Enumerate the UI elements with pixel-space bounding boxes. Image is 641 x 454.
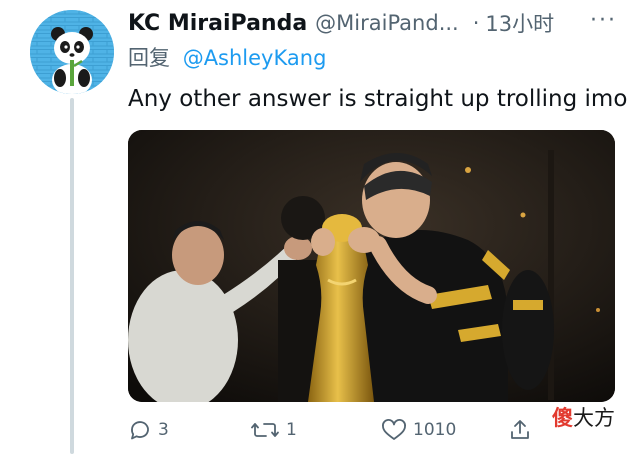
avatar[interactable] (30, 10, 114, 94)
retweet-count: 1 (286, 420, 297, 440)
retweet-icon (251, 423, 279, 437)
reply-icon (131, 421, 149, 440)
tweet-text: Any other answer is straight up trolling… (128, 86, 628, 112)
reply-button[interactable]: 3 (128, 412, 169, 448)
tweet-header: KC MiraiPanda @MiraiPand... · 13小时 ··· (128, 6, 631, 40)
heart-icon (382, 419, 406, 440)
share-icon (511, 420, 529, 439)
trophy-photo (128, 130, 615, 402)
reply-prefix: 回复 (128, 46, 170, 70)
display-name[interactable]: KC MiraiPanda (128, 11, 307, 36)
timestamp[interactable]: 13小时 (485, 8, 554, 38)
thread-line (70, 98, 74, 454)
separator-dot: · (472, 11, 480, 35)
share-button[interactable] (508, 412, 532, 448)
retweet-button[interactable]: 1 (250, 412, 297, 448)
watermark-first-char: 傻 (552, 406, 573, 430)
tweet-actions: 3 1 1010 (128, 412, 608, 448)
tweet-image[interactable] (128, 130, 615, 402)
reply-mention-link[interactable]: @AshleyKang (183, 46, 327, 70)
like-count: 1010 (413, 420, 457, 440)
user-handle[interactable]: @MiraiPand... (315, 11, 459, 35)
replying-to: 回复 @AshleyKang (128, 42, 326, 72)
reply-count: 3 (158, 420, 169, 440)
watermark-rest: 大方 (573, 406, 615, 430)
more-options-button[interactable]: ··· (590, 8, 617, 33)
watermark-logo: 傻大方 (552, 402, 615, 432)
like-button[interactable]: 1010 (381, 412, 456, 448)
panda-avatar-icon (30, 10, 114, 94)
